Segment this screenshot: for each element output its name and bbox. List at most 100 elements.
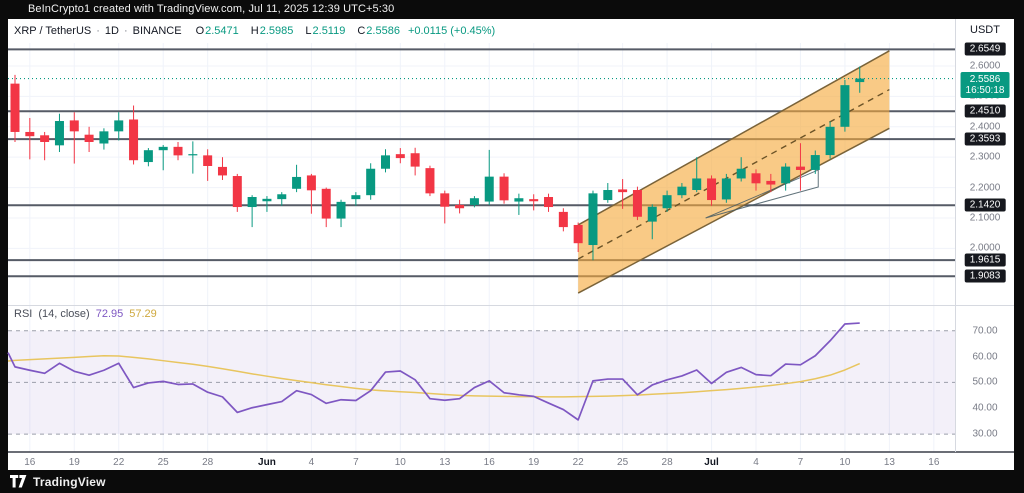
footer-bar: TradingView xyxy=(0,470,1024,493)
chart-plot-area[interactable] xyxy=(0,0,1024,493)
candle xyxy=(752,173,761,183)
candle xyxy=(277,194,286,199)
time-axis-month-label: Jun xyxy=(258,457,276,468)
candle xyxy=(796,167,805,170)
open-value: 2.5471 xyxy=(205,25,239,37)
candle xyxy=(188,154,197,155)
candle xyxy=(633,190,642,217)
candle xyxy=(55,121,64,145)
watermark-bar: BeInCrypto1 created with TradingView.com… xyxy=(0,0,1024,19)
candle xyxy=(677,187,686,196)
candle xyxy=(648,207,657,222)
candle xyxy=(618,189,627,192)
price-grid-label: 2.4000 xyxy=(970,121,1001,132)
candle xyxy=(826,127,835,155)
open-label: O xyxy=(196,25,205,37)
separator-dot: · xyxy=(96,25,100,37)
time-axis-label: 10 xyxy=(839,457,850,468)
rsi-params: (14, close) xyxy=(38,308,89,320)
candle xyxy=(411,153,420,166)
price-grid-label: 2.2000 xyxy=(970,182,1001,193)
candle xyxy=(129,119,138,160)
interval-label[interactable]: 1D xyxy=(105,25,119,37)
candle xyxy=(174,147,183,156)
tradingview-chart-window: BeInCrypto1 created with TradingView.com… xyxy=(0,0,1024,493)
time-axis-label: 28 xyxy=(202,457,213,468)
candle xyxy=(485,177,494,202)
symbol-header[interactable]: XRP / TetherUS · 1D · BINANCE O 2.5471 H… xyxy=(14,19,495,42)
rsi-indicator-header[interactable]: RSI (14, close) 72.95 57.29 xyxy=(14,308,157,320)
candle xyxy=(40,135,49,142)
candle xyxy=(99,131,108,143)
candle xyxy=(588,193,597,245)
rsi-title: RSI xyxy=(14,308,32,320)
candle xyxy=(544,197,553,207)
price-grid-label: 2.3000 xyxy=(970,152,1001,163)
time-axis-label: 25 xyxy=(158,457,169,468)
candle xyxy=(159,147,168,150)
candle xyxy=(366,169,375,195)
time-axis-month-label: Jul xyxy=(704,457,718,468)
candle xyxy=(574,225,583,243)
tradingview-brand-label[interactable]: TradingView xyxy=(33,475,106,489)
candle xyxy=(351,195,360,199)
candle xyxy=(781,167,790,184)
separator-dot: · xyxy=(124,25,128,37)
close-value: 2.5586 xyxy=(366,25,400,37)
candle xyxy=(603,190,612,200)
candle xyxy=(529,199,538,201)
tradingview-logo-icon[interactable] xyxy=(10,475,27,488)
candle xyxy=(766,181,775,185)
candle xyxy=(707,178,716,200)
candle xyxy=(855,79,864,82)
time-axis-label: 19 xyxy=(528,457,539,468)
candle xyxy=(396,154,405,158)
candle xyxy=(663,195,672,208)
time-axis-label: 22 xyxy=(573,457,584,468)
candle xyxy=(262,199,271,201)
time-axis-label: 16 xyxy=(484,457,495,468)
time-axis-label: 13 xyxy=(884,457,895,468)
time-axis-label: 13 xyxy=(439,457,450,468)
time-axis-label: 16 xyxy=(928,457,939,468)
candle xyxy=(114,120,123,131)
candle xyxy=(455,205,464,208)
price-axis[interactable]: 2.60002.50002.40002.30002.20002.10002.00… xyxy=(956,0,1014,470)
candle xyxy=(381,155,390,168)
price-level-label: 1.9615 xyxy=(965,254,1006,267)
candle xyxy=(737,169,746,179)
time-axis-label: 22 xyxy=(113,457,124,468)
rsi-value: 72.95 xyxy=(96,308,124,320)
candle xyxy=(514,198,523,201)
time-axis-label: 16 xyxy=(24,457,35,468)
price-grid-label: 2.6000 xyxy=(970,61,1001,72)
time-axis-label: 10 xyxy=(395,457,406,468)
low-value: 2.5119 xyxy=(313,25,346,37)
candle xyxy=(307,175,316,190)
candle xyxy=(322,189,331,219)
watermark-text: BeInCrypto1 created with TradingView.com… xyxy=(28,3,394,15)
high-value: 2.5985 xyxy=(260,25,294,37)
price-level-label: 2.4510 xyxy=(965,105,1006,118)
rsi-axis-label: 40.00 xyxy=(972,403,997,414)
candle xyxy=(233,176,242,207)
candle xyxy=(559,212,568,227)
rsi-axis-label: 50.00 xyxy=(972,377,997,388)
candle xyxy=(292,177,301,189)
rsi-axis-label: 30.00 xyxy=(972,429,997,440)
exchange-label: BINANCE xyxy=(133,25,182,37)
candle xyxy=(500,177,509,201)
currency-label: USDT xyxy=(956,19,1014,42)
change-value: +0.0115 (+0.45%) xyxy=(408,25,495,37)
price-level-label: 2.6549 xyxy=(965,43,1006,56)
time-axis-label: 4 xyxy=(753,457,759,468)
price-grid-label: 2.0000 xyxy=(970,243,1001,254)
candle xyxy=(85,135,94,142)
candle xyxy=(425,168,434,193)
symbol-name[interactable]: XRP / TetherUS xyxy=(14,25,91,37)
candle xyxy=(722,178,731,199)
time-axis-label: 7 xyxy=(353,457,359,468)
rsi-axis-label: 60.00 xyxy=(972,351,997,362)
current-price-label: 2.558616:50:18 xyxy=(961,72,1010,98)
candle xyxy=(470,198,479,205)
